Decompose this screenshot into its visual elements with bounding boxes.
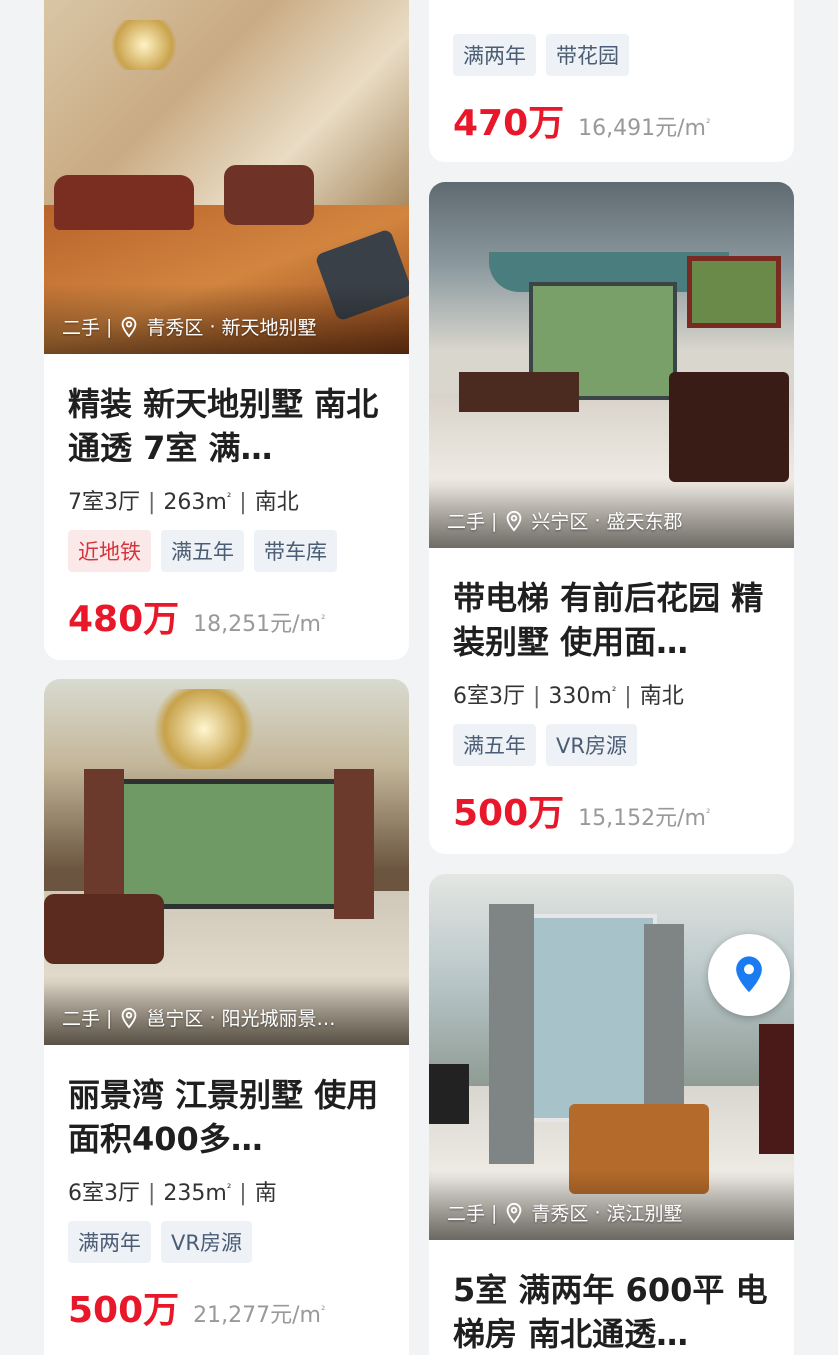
sofa-shape xyxy=(54,175,194,230)
listing-card[interactable]: 二手 | 邕宁区 · 阳光城丽景… 丽景湾 江景别墅 使用面积400多… 6室3厅 | 2… xyxy=(44,679,409,1355)
unit-price: 16,491元/m² xyxy=(578,116,711,141)
photo-location-label: 二手 | 兴宁区 · 盛天东郡 xyxy=(447,509,683,534)
tag: VR房源 xyxy=(161,1221,252,1263)
photo-location-label: 二手 | 青秀区 · 滨江别墅 xyxy=(447,1201,683,1226)
listing-card[interactable]: 二手 | 青秀区 · 新天地别墅 精装 新天地别墅 南北通透 7室 满… 7室3厅 | 2… xyxy=(44,0,409,660)
map-button[interactable] xyxy=(708,934,790,1016)
listing-price: 470万 16,491元/m² xyxy=(453,94,710,146)
tag: 带花园 xyxy=(546,34,629,76)
total-price: 500万 xyxy=(68,1290,180,1331)
listing-title[interactable]: 精装 新天地别墅 南北通透 7室 满… xyxy=(68,382,385,470)
tag-near-metro: 近地铁 xyxy=(68,530,151,572)
total-price: 470万 xyxy=(453,103,565,144)
curtain-shape xyxy=(489,904,534,1164)
listing-price: 500万 15,152元/m² xyxy=(453,784,710,836)
total-price: 500万 xyxy=(453,793,565,834)
window-shape xyxy=(529,914,657,1122)
listing-photo[interactable]: 二手 | 兴宁区 · 盛天东郡 xyxy=(429,182,794,548)
listing-tags: 近地铁 满五年 带车库 xyxy=(68,530,337,572)
curtain-shape xyxy=(334,769,374,919)
listing-specs: 6室3厅 | 235m² | 南 xyxy=(68,1181,277,1206)
listing-tags: 满两年 VR房源 xyxy=(68,1221,252,1263)
listing-specs: 7室3厅 | 263m² | 南北 xyxy=(68,490,299,515)
tag: VR房源 xyxy=(546,724,637,766)
listing-specs: 6室3厅 | 330m² | 南北 xyxy=(453,684,684,709)
listing-title[interactable]: 5室 满两年 600平 电梯房 南北通透… xyxy=(453,1268,770,1355)
tag: 带车库 xyxy=(254,530,337,572)
tag: 满五年 xyxy=(453,724,536,766)
sofa-shape xyxy=(459,372,579,412)
tag: 满两年 xyxy=(68,1221,151,1263)
tag: 满五年 xyxy=(161,530,244,572)
door-shape xyxy=(759,1024,794,1154)
tag: 满两年 xyxy=(453,34,536,76)
listing-title[interactable]: 带电梯 有前后花园 精装别墅 使用面… xyxy=(453,576,770,664)
chandelier-shape xyxy=(104,20,184,70)
listing-photo[interactable]: 二手 | 青秀区 · 滨江别墅 xyxy=(429,874,794,1240)
photo-location-label: 二手 | 邕宁区 · 阳光城丽景… xyxy=(62,1006,336,1031)
unit-price: 15,152元/m² xyxy=(578,806,711,831)
window-shape xyxy=(114,779,364,909)
total-price: 480万 xyxy=(68,599,180,640)
location-pin-icon xyxy=(122,316,137,338)
location-pin-icon xyxy=(507,510,522,532)
sofa-shape xyxy=(44,894,164,964)
listing-card[interactable]: 满两年 带花园 470万 16,491元/m² xyxy=(429,0,794,162)
listing-price: 500万 21,277元/m² xyxy=(68,1281,325,1333)
tv-shape xyxy=(429,1064,469,1124)
location-pin-icon xyxy=(122,1007,137,1029)
unit-price: 18,251元/m² xyxy=(193,612,326,637)
listing-price: 480万 18,251元/m² xyxy=(68,590,325,642)
unit-price: 21,277元/m² xyxy=(193,1303,326,1328)
listing-photo[interactable]: 二手 | 青秀区 · 新天地别墅 xyxy=(44,0,409,354)
chandelier-shape xyxy=(144,689,264,769)
painting-shape xyxy=(687,256,781,328)
listing-photo[interactable]: 二手 | 邕宁区 · 阳光城丽景… xyxy=(44,679,409,1045)
map-pin-icon xyxy=(736,956,762,993)
location-pin-icon xyxy=(507,1202,522,1224)
sofa-shape xyxy=(224,165,314,225)
photo-location-label: 二手 | 青秀区 · 新天地别墅 xyxy=(62,315,317,340)
listing-tags: 满两年 带花园 xyxy=(453,34,629,76)
listing-card[interactable]: 二手 | 兴宁区 · 盛天东郡 带电梯 有前后花园 精装别墅 使用面… 6室3厅 | 33… xyxy=(429,182,794,854)
listing-title[interactable]: 丽景湾 江景别墅 使用面积400多… xyxy=(68,1073,385,1161)
chair-shape xyxy=(669,372,789,482)
listing-tags: 满五年 VR房源 xyxy=(453,724,637,766)
